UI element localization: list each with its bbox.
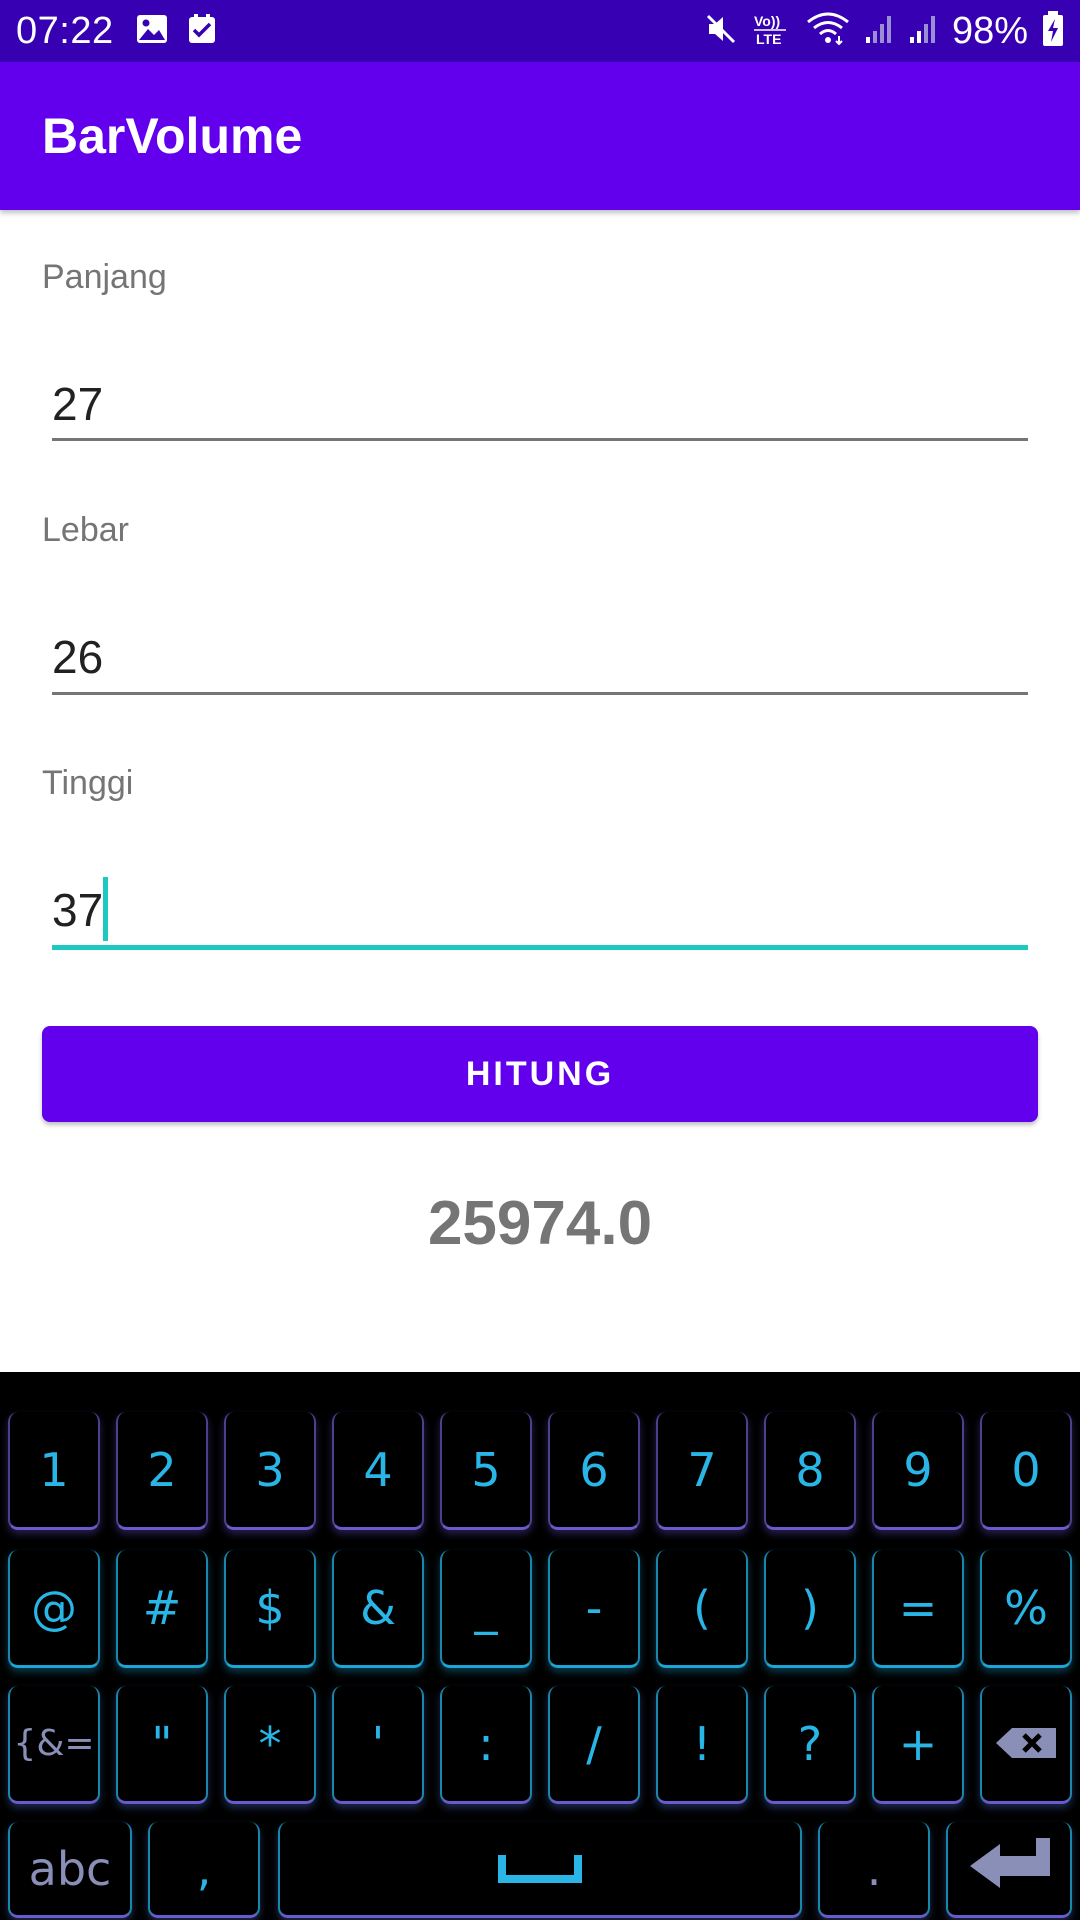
key-9[interactable]: 9 [872, 1412, 964, 1530]
lebar-label: Lebar [42, 511, 129, 549]
status-notification-icons [136, 13, 216, 49]
key-colon[interactable]: : [440, 1686, 532, 1804]
key-asterisk[interactable]: * [224, 1686, 316, 1804]
key-double-quote[interactable]: " [116, 1686, 208, 1804]
backspace-key[interactable] [980, 1686, 1072, 1804]
key-underscore[interactable]: _ [440, 1550, 532, 1668]
key-0[interactable]: 0 [980, 1412, 1072, 1530]
key-equals[interactable]: = [872, 1550, 964, 1668]
key-exclamation[interactable]: ! [656, 1686, 748, 1804]
panjang-input[interactable] [52, 364, 1028, 444]
backspace-icon [994, 1717, 1058, 1771]
signal-icon [864, 13, 894, 50]
lebar-input[interactable] [52, 617, 1028, 697]
svg-text:LTE: LTE [756, 31, 781, 47]
hitung-button[interactable]: HITUNG [42, 1026, 1038, 1122]
checkbox-icon [188, 13, 216, 49]
key-dollar[interactable]: $ [224, 1550, 316, 1668]
space-icon [498, 1842, 582, 1896]
key-percent[interactable]: % [980, 1550, 1072, 1668]
status-bar: 07:22 Vo)) LTE 98% [0, 0, 1080, 62]
signal-icon-2 [908, 13, 938, 50]
key-open-paren[interactable]: ( [656, 1550, 748, 1668]
key-slash[interactable]: / [548, 1686, 640, 1804]
text-cursor [103, 877, 108, 941]
key-2[interactable]: 2 [116, 1412, 208, 1530]
key-6[interactable]: 6 [548, 1412, 640, 1530]
key-question[interactable]: ? [764, 1686, 856, 1804]
key-at[interactable]: @ [8, 1550, 100, 1668]
key-single-quote[interactable]: ' [332, 1686, 424, 1804]
key-7[interactable]: 7 [656, 1412, 748, 1530]
key-8[interactable]: 8 [764, 1412, 856, 1530]
key-minus[interactable]: - [548, 1550, 640, 1668]
panjang-label: Panjang [42, 258, 167, 296]
app-title: BarVolume [42, 108, 303, 164]
key-ampersand[interactable]: & [332, 1550, 424, 1668]
enter-icon [966, 1836, 1052, 1901]
svg-text:Vo)): Vo)) [754, 13, 780, 29]
keyboard: 1 2 3 4 5 6 7 8 9 0 @ # $ & _ - ( ) = % … [0, 1372, 1080, 1920]
panjang-underline [52, 438, 1028, 441]
app-bar: BarVolume [0, 62, 1080, 210]
key-plus[interactable]: + [872, 1686, 964, 1804]
key-4[interactable]: 4 [332, 1412, 424, 1530]
tinggi-label: Tinggi [42, 764, 134, 802]
screen: 07:22 Vo)) LTE 98% BarVolume Panjang 27 … [0, 0, 1080, 1920]
image-icon [136, 14, 168, 49]
key-period[interactable]: . [818, 1822, 930, 1918]
wifi-icon [806, 12, 850, 51]
key-abc[interactable]: abc [8, 1822, 132, 1918]
battery-charging-icon [1042, 10, 1064, 52]
status-time: 07:22 [16, 9, 114, 52]
result-text: 25974.0 [427, 1189, 653, 1258]
battery-percent: 98% [951, 9, 1028, 52]
status-system-icons: Vo)) LTE 98% [704, 10, 1064, 53]
enter-key[interactable] [946, 1822, 1072, 1918]
mute-icon [704, 12, 738, 51]
tinggi-input[interactable] [52, 870, 1028, 950]
key-comma[interactable]: , [148, 1822, 260, 1918]
key-3[interactable]: 3 [224, 1412, 316, 1530]
space-key[interactable] [278, 1822, 802, 1918]
key-hash[interactable]: # [116, 1550, 208, 1668]
key-close-paren[interactable]: ) [764, 1550, 856, 1668]
key-5[interactable]: 5 [440, 1412, 532, 1530]
key-more-symbols[interactable]: {&= [8, 1686, 100, 1804]
key-1[interactable]: 1 [8, 1412, 100, 1530]
lebar-underline [52, 692, 1028, 695]
tinggi-underline [52, 945, 1028, 950]
volte-icon: Vo)) LTE [752, 11, 792, 52]
